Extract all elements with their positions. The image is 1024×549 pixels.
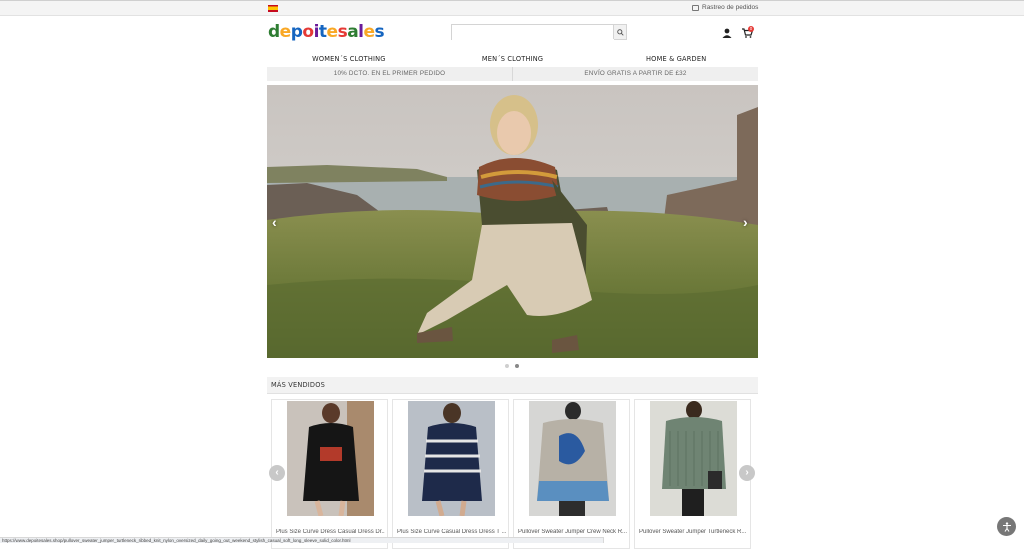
logo-letter: e: [326, 22, 339, 42]
product-name[interactable]: Plus Size Curve Dress Casual Dress Dr...: [276, 529, 385, 535]
product-name[interactable]: Plus Size Curve Casual Dress Dress T ...: [397, 529, 506, 535]
promo-bar: 10% DCTO. EN EL PRIMER PEDIDO ENVÍO GRAT…: [267, 67, 758, 81]
promo-free-shipping: ENVÍO GRATIS A PARTIR DE £32: [584, 70, 687, 77]
product-name[interactable]: Pullover Sweater Jumper Crew Neck R...: [518, 529, 627, 535]
hero-dot-2[interactable]: [515, 364, 519, 368]
logo-letter: e: [279, 22, 292, 42]
bestsellers-title: MÁS VENDIDOS: [267, 377, 758, 394]
search-box: [451, 24, 627, 44]
nav-item-home-garden[interactable]: HOME & GARDEN: [594, 53, 758, 66]
product-card[interactable]: Plus Size Curve Casual Dress Dress T ...: [392, 399, 509, 549]
main-nav: WOMEN´S CLOTHING MEN´S CLOTHING HOME & G…: [267, 53, 758, 66]
product-card[interactable]: Pullover Sweater Jumper Crew Neck R...: [513, 399, 630, 549]
product-image[interactable]: [408, 401, 495, 516]
status-bar-url: https://www.depoitesales.shop/pullover_s…: [0, 537, 604, 543]
accessibility-icon: [1002, 521, 1011, 532]
search-input[interactable]: [452, 29, 614, 44]
product-card[interactable]: Plus Size Curve Dress Casual Dress Dr...: [271, 399, 388, 549]
search-button[interactable]: [613, 25, 626, 39]
accessibility-button[interactable]: [997, 517, 1016, 536]
logo-letter: a: [347, 22, 359, 42]
hero-dot-1[interactable]: [505, 364, 509, 368]
nav-item-womens-clothing[interactable]: WOMEN´S CLOTHING: [267, 53, 431, 66]
hero-slider[interactable]: [267, 85, 758, 358]
product-image[interactable]: [650, 401, 737, 516]
product-card[interactable]: Pullover Sweater Jumper Turtleneck R...: [634, 399, 751, 549]
site-logo[interactable]: depoitesales: [268, 22, 385, 42]
logo-letter: s: [337, 22, 348, 42]
product-name[interactable]: Pullover Sweater Jumper Turtleneck R...: [639, 529, 748, 535]
search-icon: [616, 28, 624, 36]
hero-pagination: [505, 364, 519, 368]
hero-prev-button[interactable]: ‹: [272, 214, 277, 230]
spain-flag-icon[interactable]: [268, 5, 278, 12]
order-tracking-label: Rastreo de pedidos: [702, 4, 759, 11]
nav-item-mens-clothing[interactable]: MEN´S CLOTHING: [431, 53, 595, 66]
top-bar: Rastreo de pedidos: [0, 1, 1024, 16]
bestsellers-carousel: Plus Size Curve Dress Casual Dress Dr...…: [271, 399, 754, 549]
logo-letter: s: [374, 22, 385, 42]
logo-letter: t: [318, 22, 327, 42]
logo-letter: o: [302, 22, 314, 42]
bestsellers-prev-button[interactable]: ‹: [269, 465, 285, 481]
logo-letter: p: [290, 22, 303, 42]
cart-count-badge: 0: [748, 26, 754, 32]
truck-icon: [692, 4, 699, 11]
logo-letter: e: [363, 22, 376, 42]
product-image[interactable]: [529, 401, 616, 516]
product-image[interactable]: [287, 401, 374, 516]
promo-discount: 10% DCTO. EN EL PRIMER PEDIDO: [267, 67, 513, 81]
hero-image: [267, 85, 758, 358]
bestsellers-next-button[interactable]: ›: [739, 465, 755, 481]
hero-next-button[interactable]: ›: [743, 214, 748, 230]
order-tracking-link[interactable]: Rastreo de pedidos: [692, 4, 758, 11]
logo-letter: d: [268, 22, 280, 42]
user-icon[interactable]: [722, 28, 732, 38]
